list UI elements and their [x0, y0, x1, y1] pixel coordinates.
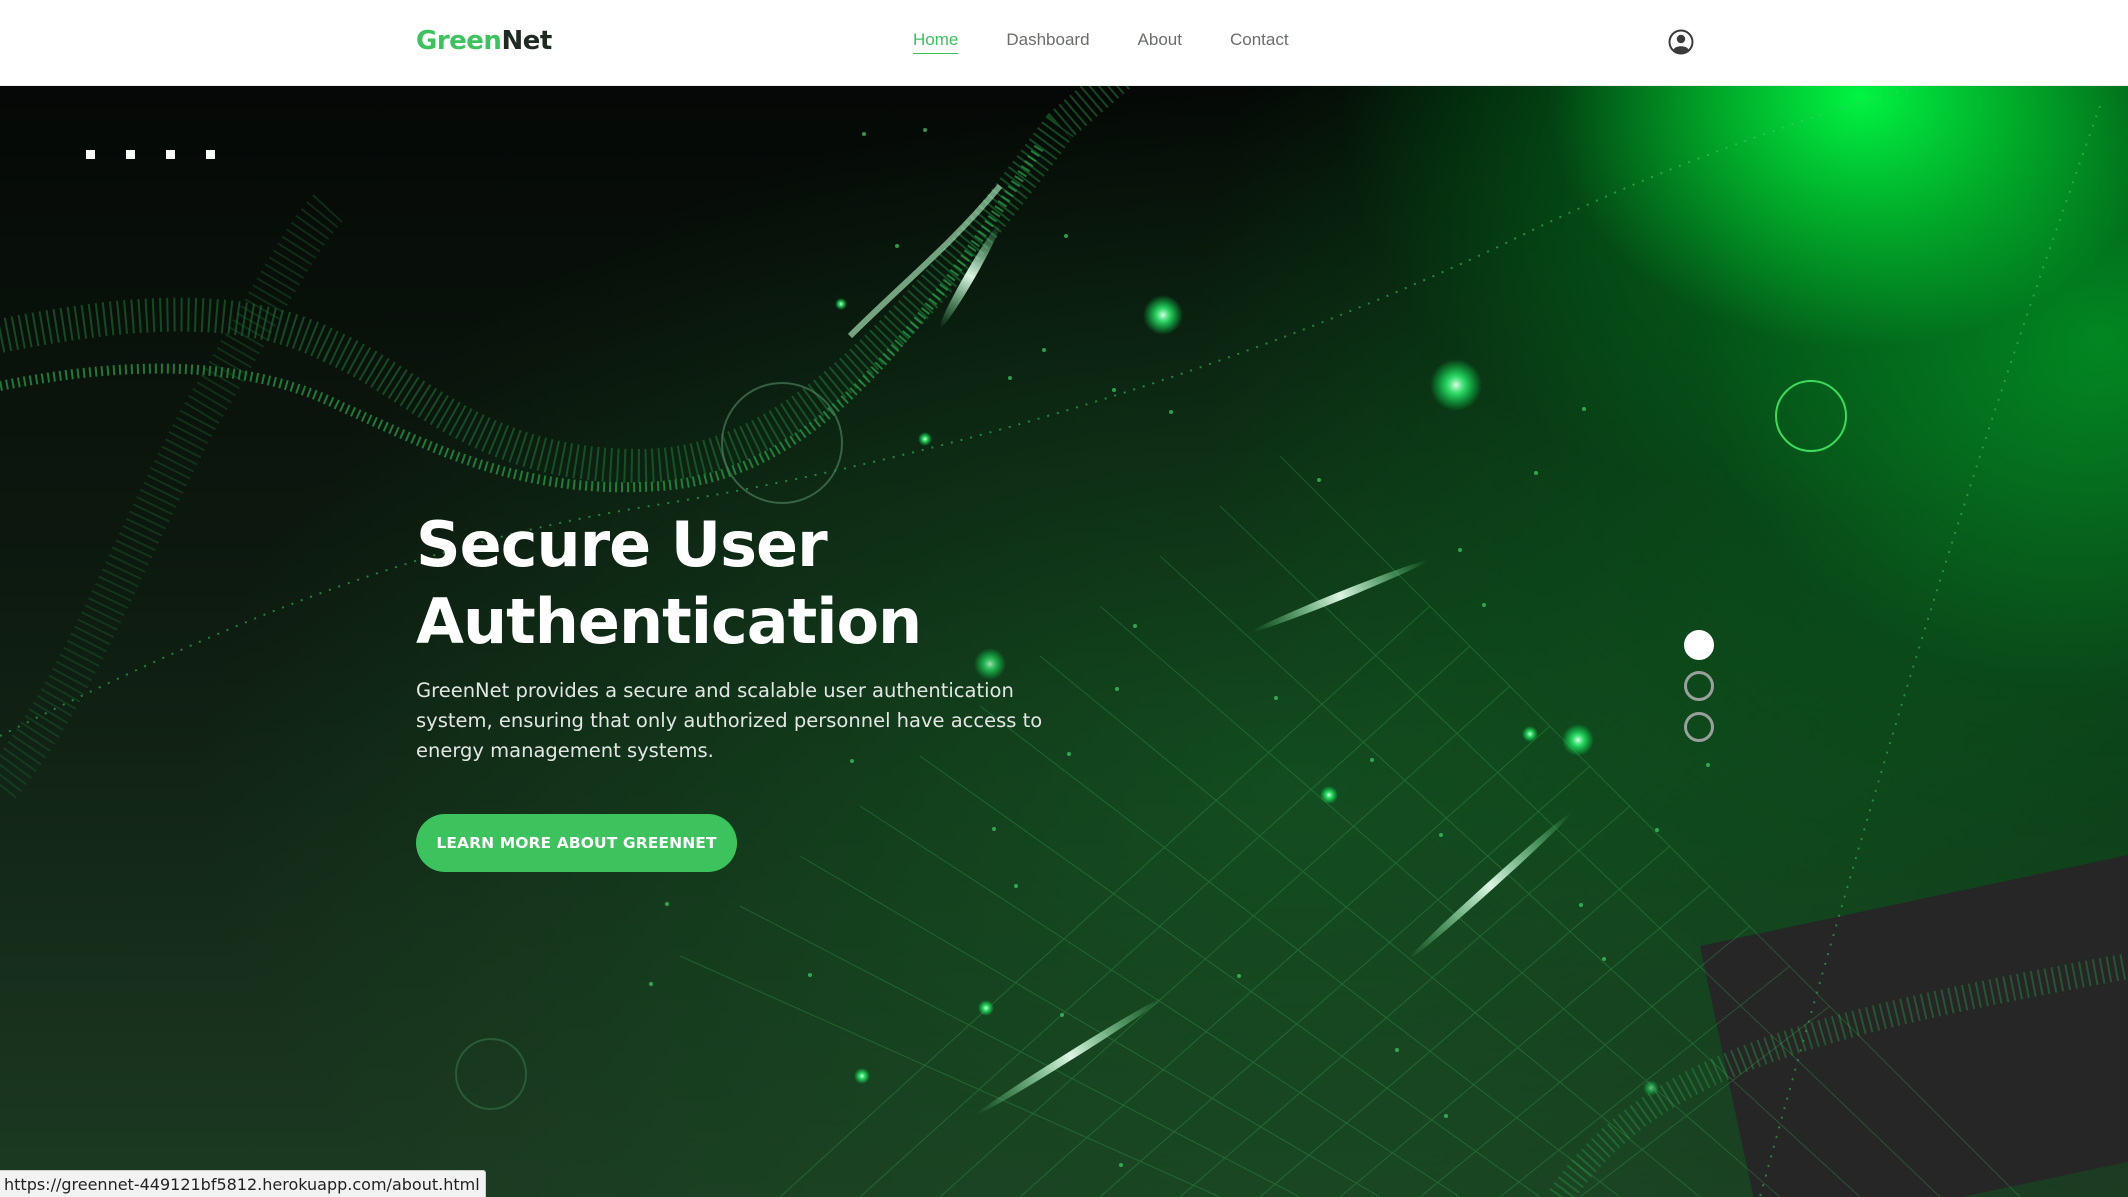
- status-bar-url: https://greennet-449121bf5812.herokuapp.…: [0, 1170, 486, 1197]
- square-dot: [206, 150, 215, 159]
- logo[interactable]: GreenNet: [416, 26, 552, 56]
- square-dot: [126, 150, 135, 159]
- nav-home[interactable]: Home: [913, 30, 959, 54]
- square-dot: [166, 150, 175, 159]
- hero-section: Secure User Authentication GreenNet prov…: [0, 86, 2128, 1197]
- square-dot: [86, 150, 95, 159]
- nav-contact[interactable]: Contact: [1230, 30, 1289, 54]
- nav-about[interactable]: About: [1138, 30, 1182, 54]
- decor-square-dots: [86, 150, 215, 159]
- hero-description: GreenNet provides a secure and scalable …: [416, 679, 1043, 762]
- learn-more-button[interactable]: LEARN MORE ABOUT GREENNET: [416, 814, 737, 872]
- hero-title-line1: Secure User: [416, 508, 828, 581]
- user-circle-icon: [1668, 29, 1694, 55]
- carousel-dot-3[interactable]: [1684, 712, 1714, 742]
- logo-green: Green: [416, 26, 502, 56]
- hero-title-line2: Authentication: [416, 585, 922, 658]
- hero-title: Secure User Authentication: [416, 506, 1116, 660]
- light-streaks: [939, 223, 1572, 1115]
- carousel-indicators: [1684, 630, 1714, 742]
- navbar: GreenNet Home Dashboard About Contact: [0, 0, 2128, 86]
- nav-dashboard[interactable]: Dashboard: [1006, 30, 1089, 54]
- logo-net: Net: [501, 26, 552, 56]
- carousel-dot-2[interactable]: [1684, 671, 1714, 701]
- carousel-dot-1[interactable]: [1684, 630, 1714, 660]
- main-nav: Home Dashboard About Contact: [913, 30, 1289, 54]
- user-account-button[interactable]: [1667, 28, 1695, 56]
